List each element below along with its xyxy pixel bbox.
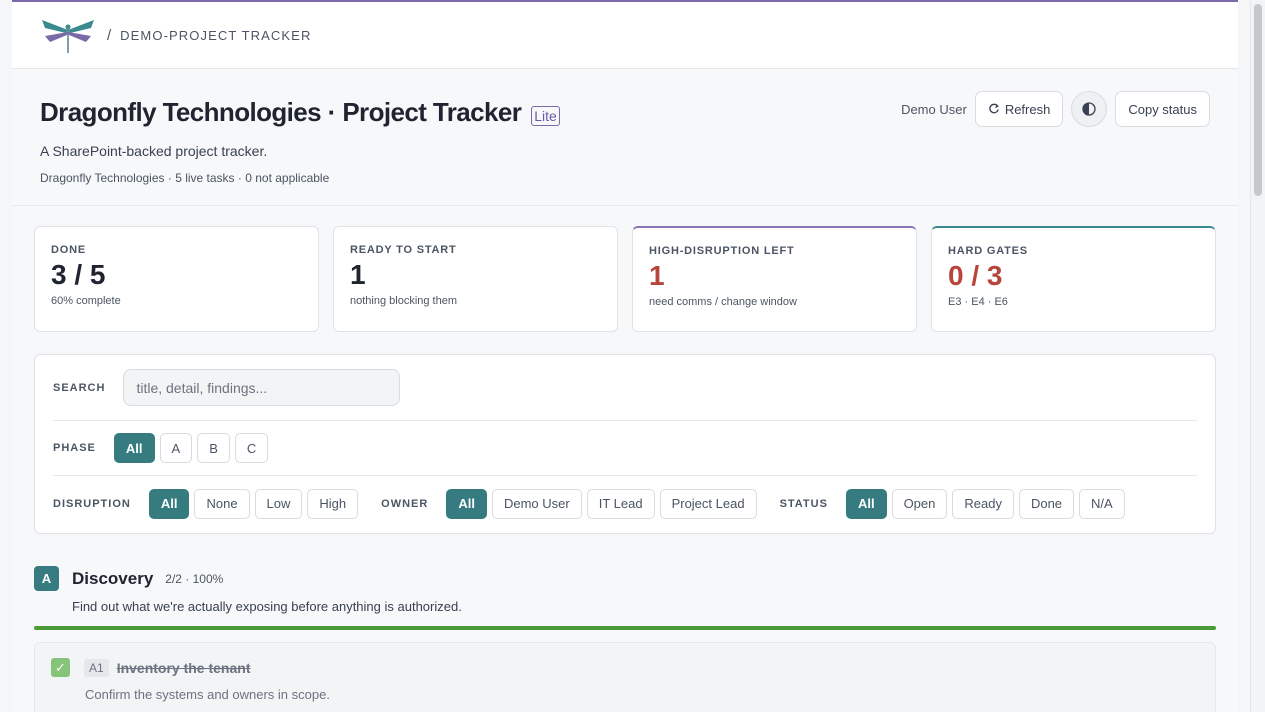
page-subtitle: A SharePoint-backed project tracker. (40, 143, 268, 159)
search-input[interactable] (123, 369, 401, 406)
card-value: 0 / 3 (948, 260, 1003, 291)
phase-chip-a[interactable]: A (159, 433, 193, 463)
status-chip-ready[interactable]: Ready (952, 488, 1014, 519)
card-value: 1 (350, 259, 366, 290)
card-subtext: nothing blocking them (350, 295, 458, 307)
card-subtext: 60% complete (51, 295, 121, 307)
top-bar: / DEMO-PROJECT TRACKER (12, 0, 1238, 69)
phase-progress-text: 2/2 · 100% (165, 571, 224, 586)
status-label: STATUS (779, 497, 828, 510)
phase-chip-b[interactable]: B (197, 433, 230, 463)
status-chip-na[interactable]: N/A (1079, 488, 1125, 519)
search-label: SEARCH (53, 381, 106, 394)
card-subtext: E3 · E4 · E6 (948, 296, 1008, 308)
page-header: Dragonfly Technologies · Project Tracker… (12, 69, 1238, 206)
card-ready-to-start: READY TO START 1 nothing blocking them (333, 226, 618, 332)
disruption-label: DISRUPTION (53, 497, 131, 510)
card-subtext: need comms / change window (649, 296, 797, 308)
status-chip-done[interactable]: Done (1018, 488, 1075, 519)
disruption-chip-all[interactable]: All (148, 488, 190, 519)
phase-section: A Discovery 2/2 · 100% Find out what we'… (34, 566, 1216, 630)
task-id: A1 (84, 658, 109, 677)
status-chip-open[interactable]: Open (891, 488, 948, 519)
card-label: HIGH-DISRUPTION LEFT (649, 245, 795, 257)
card-label: DONE (51, 244, 86, 256)
app-page: / DEMO-PROJECT TRACKER Dragonfly Technol… (12, 0, 1238, 712)
phase-progress-fill (34, 626, 1216, 630)
disruption-chip-low[interactable]: Low (254, 488, 303, 519)
header-actions: Demo User Refresh Copy status (901, 91, 1210, 127)
owner-chip-demo-user[interactable]: Demo User (491, 488, 582, 519)
lite-badge: Lite (531, 105, 560, 126)
phase-description: Find out what we're actually exposing be… (72, 599, 462, 614)
card-label: HARD GATES (948, 245, 1028, 257)
breadcrumb-separator: / (107, 26, 112, 44)
task-title: Inventory the tenant (116, 659, 251, 676)
card-value: 3 / 5 (51, 259, 106, 290)
task-description: Confirm the systems and owners in scope. (85, 687, 330, 702)
task-card[interactable]: ✓ A1 Inventory the tenant Confirm the sy… (34, 642, 1216, 712)
search-row: SEARCH (53, 355, 1197, 421)
page-scrollbar[interactable] (1250, 0, 1265, 712)
user-name: Demo User (901, 101, 967, 117)
contrast-icon (1082, 102, 1096, 116)
check-icon: ✓ (55, 659, 66, 675)
card-hard-gates: HARD GATES 0 / 3 E3 · E4 · E6 (931, 226, 1216, 332)
copy-status-button[interactable]: Copy status (1115, 91, 1210, 127)
disruption-chip-none[interactable]: None (194, 488, 250, 519)
phase-progress-bar (34, 626, 1216, 630)
summary-cards: DONE 3 / 5 60% complete READY TO START 1… (34, 226, 1216, 332)
owner-chip-project-lead[interactable]: Project Lead (659, 488, 757, 519)
scrollbar-thumb[interactable] (1254, 4, 1262, 196)
status-chip-all[interactable]: All (845, 488, 887, 519)
phase-filter-row: PHASE All A B C (53, 421, 1197, 476)
phase-badge: A (34, 566, 59, 591)
dragonfly-logo[interactable] (39, 16, 97, 54)
attribute-filter-row: DISRUPTION All None Low High OWNER All D… (53, 476, 1197, 531)
card-value: 1 (649, 260, 665, 291)
breadcrumb[interactable]: DEMO-PROJECT TRACKER (120, 28, 311, 43)
theme-toggle-button[interactable] (1071, 91, 1108, 127)
phase-header[interactable]: A Discovery 2/2 · 100% (34, 566, 1216, 591)
owner-label: OWNER (381, 497, 429, 510)
card-done: DONE 3 / 5 60% complete (34, 226, 319, 332)
filter-panel: SEARCH PHASE All A B C DISRUPTION All No… (34, 354, 1216, 534)
card-label: READY TO START (350, 244, 457, 256)
phase-label: PHASE (53, 442, 96, 454)
page-meta: Dragonfly Technologies · 5 live tasks · … (40, 171, 330, 185)
phase-title: Discovery (72, 568, 154, 588)
refresh-button[interactable]: Refresh (974, 91, 1064, 127)
phase-chip-c[interactable]: C (234, 433, 269, 463)
page-title: Dragonfly Technologies · Project Tracker (40, 97, 522, 127)
task-done-checkbox[interactable]: ✓ (51, 658, 70, 677)
refresh-label: Refresh (1004, 101, 1051, 117)
disruption-chip-high[interactable]: High (307, 488, 359, 519)
owner-chip-it-lead[interactable]: IT Lead (586, 488, 655, 519)
owner-chip-all[interactable]: All (446, 488, 487, 519)
refresh-icon (989, 103, 999, 114)
card-high-disruption-left: HIGH-DISRUPTION LEFT 1 need comms / chan… (632, 226, 917, 332)
phase-chip-all[interactable]: All (113, 433, 155, 463)
